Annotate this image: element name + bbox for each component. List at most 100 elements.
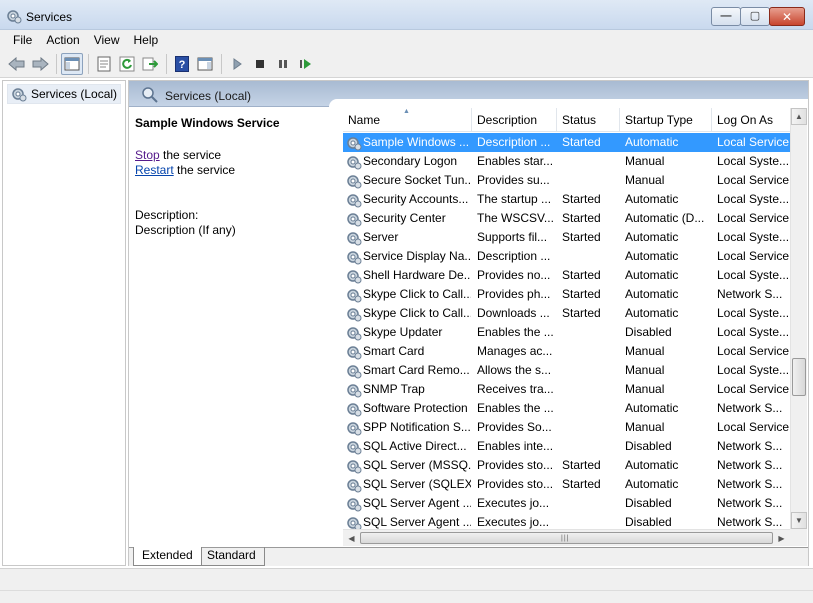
stop-service-link[interactable]: Stop — [135, 148, 160, 162]
scroll-up-button[interactable]: ▲ — [791, 108, 807, 125]
column-name[interactable]: Name — [343, 108, 472, 132]
cell-startup: Disabled — [625, 325, 672, 339]
service-gear-icon — [346, 211, 362, 227]
menu-file[interactable]: File — [6, 30, 39, 50]
table-row[interactable]: Skype Click to Call... Downloads ... Start… — [343, 304, 790, 323]
cell-logon: Local Syste... — [717, 192, 790, 206]
selected-service-name: Sample Windows Service — [135, 116, 280, 130]
horizontal-scroll-thumb[interactable]: ||| — [360, 532, 773, 544]
cell-startup: Manual — [625, 344, 665, 358]
table-row[interactable]: Secondary Logon Enables star... Manual Loca… — [343, 152, 790, 171]
restart-service-button[interactable] — [295, 53, 317, 75]
maximize-icon: ▢ — [749, 10, 761, 22]
export-icon — [142, 57, 158, 70]
cell-name: SQL Server (SQLEX... — [363, 477, 471, 491]
cell-status: Started — [562, 268, 601, 282]
cell-description: Downloads ... — [477, 306, 550, 320]
service-gear-icon — [346, 382, 362, 398]
table-row[interactable]: Sample Windows ... Description ... Started… — [343, 133, 790, 152]
tab-extended[interactable]: Extended — [133, 547, 202, 566]
close-icon: ✕ — [781, 9, 793, 24]
vertical-scrollbar[interactable]: ▲ ▼ — [790, 108, 807, 529]
properties-button[interactable] — [93, 53, 115, 75]
vertical-scroll-thumb[interactable] — [792, 358, 806, 396]
menu-view[interactable]: View — [87, 30, 127, 50]
table-row[interactable]: SQL Active Direct... Enables inte... Disab… — [343, 437, 790, 456]
table-row[interactable]: Server Supports fil... Started Automatic Loc… — [343, 228, 790, 247]
cell-logon: Network S... — [717, 287, 783, 301]
forward-button[interactable] — [29, 53, 51, 75]
tree-item-services-local[interactable]: Services (Local) — [7, 84, 122, 104]
cell-description: Enables the ... — [477, 401, 554, 415]
cell-startup: Disabled — [625, 496, 672, 510]
refresh-icon — [119, 56, 135, 71]
table-row[interactable]: SQL Server (SQLEX... Provides sto... Start… — [343, 475, 790, 494]
table-row[interactable]: Skype Click to Call... Provides ph... Star… — [343, 285, 790, 304]
column-startup-type[interactable]: Startup Type — [620, 108, 712, 132]
maximize-button[interactable]: ▢ — [740, 7, 770, 26]
column-log-on-as[interactable]: Log On As — [712, 108, 790, 132]
table-row[interactable]: SQL Server Agent ... Executes jo... Disabl… — [343, 494, 790, 513]
tab-standard[interactable]: Standard — [199, 547, 265, 566]
minimize-button[interactable]: — — [711, 7, 741, 26]
table-row[interactable]: Service Display Na... Description ... Auto… — [343, 247, 790, 266]
export-list-button[interactable] — [139, 53, 161, 75]
menu-action[interactable]: Action — [39, 30, 86, 50]
cell-name: SNMP Trap — [363, 382, 425, 396]
help-icon: ? — [175, 55, 189, 72]
show-hide-action-pane-button[interactable] — [194, 53, 216, 75]
stop-service-button[interactable] — [249, 53, 271, 75]
window-title: Services — [26, 10, 73, 24]
scroll-left-button[interactable]: ◀ — [343, 530, 360, 546]
cell-description: Provides su... — [477, 173, 550, 187]
cell-logon: Local Syste... — [717, 230, 790, 244]
table-row[interactable]: Security Center The WSCSV... Started Automa… — [343, 209, 790, 228]
service-description: Description: Description (If any) — [135, 208, 236, 238]
table-row[interactable]: Smart Card Remo... Allows the s... Manual L… — [343, 361, 790, 380]
table-row[interactable]: Software Protection Enables the ... Automa… — [343, 399, 790, 418]
cell-name: Security Accounts... — [363, 192, 469, 206]
service-gear-icon — [346, 325, 362, 341]
pause-service-button[interactable] — [272, 53, 294, 75]
table-row[interactable]: Security Accounts... The startup ... Start… — [343, 190, 790, 209]
toolbar-separator — [221, 53, 222, 74]
table-row[interactable]: Smart Card Manages ac... Manual Local Servi… — [343, 342, 790, 361]
table-row[interactable]: Secure Socket Tun... Provides su... Manual… — [343, 171, 790, 190]
menu-help[interactable]: Help — [127, 30, 166, 50]
cell-startup: Automatic — [625, 477, 679, 491]
table-row[interactable]: Skype Updater Enables the ... Disabled Loca… — [343, 323, 790, 342]
cell-status: Started — [562, 287, 601, 301]
table-row[interactable]: SQL Server (MSSQ... Provides sto... Starte… — [343, 456, 790, 475]
service-gear-icon — [346, 287, 362, 303]
close-button[interactable]: ✕ — [769, 7, 805, 26]
refresh-button[interactable] — [116, 53, 138, 75]
back-button[interactable] — [6, 53, 28, 75]
scroll-right-button[interactable]: ▶ — [773, 530, 790, 546]
cell-description: Provides ph... — [477, 287, 551, 301]
cell-status: Started — [562, 458, 601, 472]
cell-name: Skype Updater — [363, 325, 443, 339]
restart-service-link[interactable]: Restart — [135, 163, 174, 177]
cell-startup: Automatic — [625, 287, 679, 301]
service-gear-icon — [346, 344, 362, 360]
start-service-button[interactable] — [226, 53, 248, 75]
cell-name: Sample Windows ... — [363, 135, 470, 149]
stop-icon — [256, 59, 264, 68]
column-status[interactable]: Status — [557, 108, 620, 132]
horizontal-scrollbar[interactable]: ◀ ||| ▶ — [343, 529, 790, 546]
table-row[interactable]: SNMP Trap Receives tra... Manual Local Serv… — [343, 380, 790, 399]
service-gear-icon — [346, 363, 362, 379]
search-services-icon — [142, 87, 158, 103]
cell-startup: Automatic — [625, 401, 679, 415]
cell-logon: Network S... — [717, 401, 783, 415]
column-description[interactable]: Description — [472, 108, 557, 132]
table-row[interactable]: SPP Notification S... Provides So... Manua… — [343, 418, 790, 437]
scroll-down-button[interactable]: ▼ — [791, 512, 807, 529]
cell-name: Secondary Logon — [363, 154, 458, 168]
cell-name: SQL Server (MSSQ... — [363, 458, 471, 472]
table-row[interactable]: Shell Hardware De... Provides no... Starte… — [343, 266, 790, 285]
cell-name: Skype Click to Call... — [363, 306, 471, 320]
help-button[interactable]: ? — [171, 53, 193, 75]
show-hide-console-tree-button[interactable] — [61, 52, 83, 75]
service-details-panel: Sample Windows Service Stop the service … — [129, 108, 341, 546]
